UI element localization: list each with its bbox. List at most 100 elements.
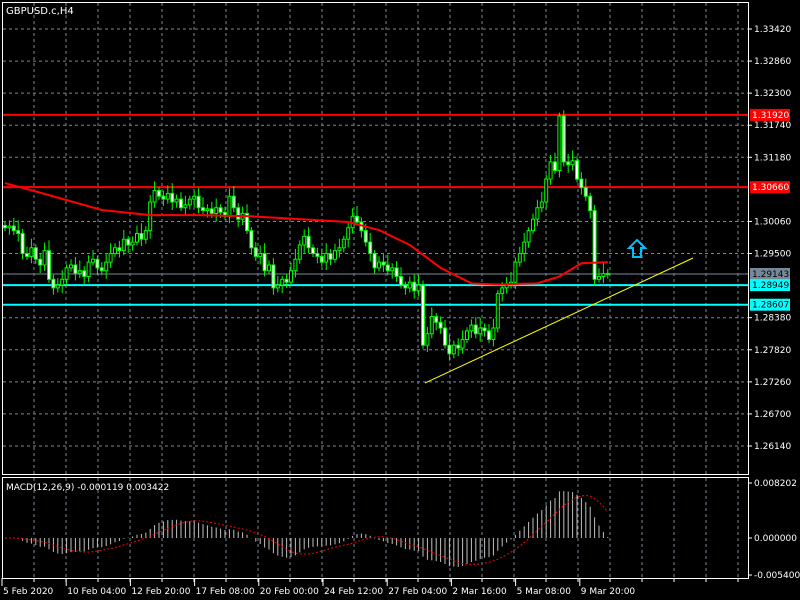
candle xyxy=(425,326,430,353)
candle xyxy=(394,260,399,283)
macd-tick-label: 0.008202 xyxy=(754,479,797,489)
price-tick-label: 1.29500 xyxy=(754,250,791,260)
candle xyxy=(447,334,452,361)
candle xyxy=(51,274,56,295)
candle xyxy=(20,228,25,260)
candle xyxy=(38,253,43,274)
price-tick-label: 1.26700 xyxy=(754,410,791,420)
candle xyxy=(385,254,390,276)
candle xyxy=(143,226,148,244)
candle xyxy=(526,227,531,248)
time-label: 9 Mar 20:00 xyxy=(581,587,636,597)
candle xyxy=(456,338,461,357)
price-tag-label: 1.28607 xyxy=(752,301,789,311)
candle xyxy=(174,194,179,208)
candle xyxy=(148,195,153,239)
candle xyxy=(69,259,73,272)
candle xyxy=(77,260,82,279)
candle xyxy=(429,307,434,339)
macd-tick-label: 0.000000 xyxy=(754,534,797,544)
price-tick-label: 1.31180 xyxy=(754,153,791,163)
candle xyxy=(557,112,562,178)
candle xyxy=(319,248,324,267)
candle xyxy=(399,267,403,289)
candle xyxy=(588,192,593,219)
candle xyxy=(434,313,439,331)
price-tick-label: 1.33420 xyxy=(754,25,791,35)
candles xyxy=(3,110,610,361)
price-tick-label: 1.31740 xyxy=(754,121,791,131)
candle xyxy=(82,266,87,285)
candle xyxy=(491,318,496,347)
price-tag-label: 1.29143 xyxy=(752,270,789,280)
candle xyxy=(553,152,557,174)
price-tick-label: 1.27260 xyxy=(754,378,791,388)
candle xyxy=(473,317,478,339)
macd-panel xyxy=(4,491,609,567)
candle xyxy=(315,247,320,264)
candle xyxy=(25,246,29,260)
price-tag-label: 1.30660 xyxy=(752,183,789,193)
time-label: 17 Feb 08:00 xyxy=(196,587,255,597)
candle xyxy=(341,235,346,253)
time-label: 27 Feb 04:00 xyxy=(388,587,447,597)
candle xyxy=(438,316,443,334)
candle xyxy=(104,254,109,279)
candle xyxy=(561,110,566,167)
candle xyxy=(16,220,21,242)
time-label: 5 Mar 08:00 xyxy=(517,587,572,597)
price-tick-label: 1.27820 xyxy=(754,346,791,356)
time-label: 20 Feb 00:00 xyxy=(260,587,319,597)
candle xyxy=(245,204,249,235)
main-panel-border xyxy=(2,2,749,475)
macd-signal-line xyxy=(4,494,609,565)
price-tag-label: 1.28949 xyxy=(752,281,789,291)
candle xyxy=(324,243,329,271)
candle xyxy=(539,191,544,213)
candle xyxy=(579,172,584,195)
candle xyxy=(113,243,117,257)
candle xyxy=(214,198,219,222)
price-tick-label: 1.30060 xyxy=(754,217,791,227)
candle xyxy=(130,236,135,251)
candle xyxy=(201,197,205,215)
candle xyxy=(183,195,188,215)
candle xyxy=(3,222,7,232)
candle xyxy=(465,327,469,343)
candle xyxy=(271,258,276,295)
price-tick-label: 1.26140 xyxy=(754,442,791,452)
candle xyxy=(469,319,474,338)
chart-title: GBPUSD.c,H4 xyxy=(6,6,74,17)
time-label: 24 Feb 12:00 xyxy=(324,587,383,597)
candle xyxy=(407,276,412,293)
candle xyxy=(381,254,386,272)
time-label: 12 Feb 20:00 xyxy=(131,587,190,597)
price-tick-label: 1.32860 xyxy=(754,57,791,67)
candle xyxy=(403,281,408,295)
candle xyxy=(601,263,606,284)
up-arrow-icon[interactable] xyxy=(626,238,648,258)
candle xyxy=(29,238,34,264)
time-axis[interactable]: 5 Feb 2020 10 Feb 04:00 12 Feb 20:00 17 Feb… xyxy=(1,578,739,597)
price-tag-label: 1.31920 xyxy=(752,111,789,121)
candle xyxy=(165,185,170,204)
horizontal-levels xyxy=(3,113,748,306)
candle xyxy=(126,235,131,253)
price-axis[interactable]: 1.33420 1.32860 1.32300 1.31740 1.31180 1.300… xyxy=(748,25,800,581)
candle xyxy=(531,213,535,235)
candle xyxy=(495,290,500,333)
price-tick-label: 1.32300 xyxy=(754,89,791,99)
time-label: 5 Feb 2020 xyxy=(3,587,54,597)
candle xyxy=(522,232,527,262)
candle xyxy=(421,280,425,349)
candle xyxy=(42,242,47,271)
trading-chart[interactable]: GBPUSD.c,H4 MACD(12,26,9) -0.000119 0.00… xyxy=(0,0,800,600)
candle xyxy=(258,245,263,265)
candle xyxy=(95,255,100,275)
candle xyxy=(337,238,342,258)
time-label: 2 Mar 16:00 xyxy=(452,587,507,597)
candle xyxy=(566,153,571,173)
candle xyxy=(333,243,337,263)
candle xyxy=(359,217,364,238)
macd-label: MACD(12,26,9) -0.000119 0.003422 xyxy=(6,483,169,493)
